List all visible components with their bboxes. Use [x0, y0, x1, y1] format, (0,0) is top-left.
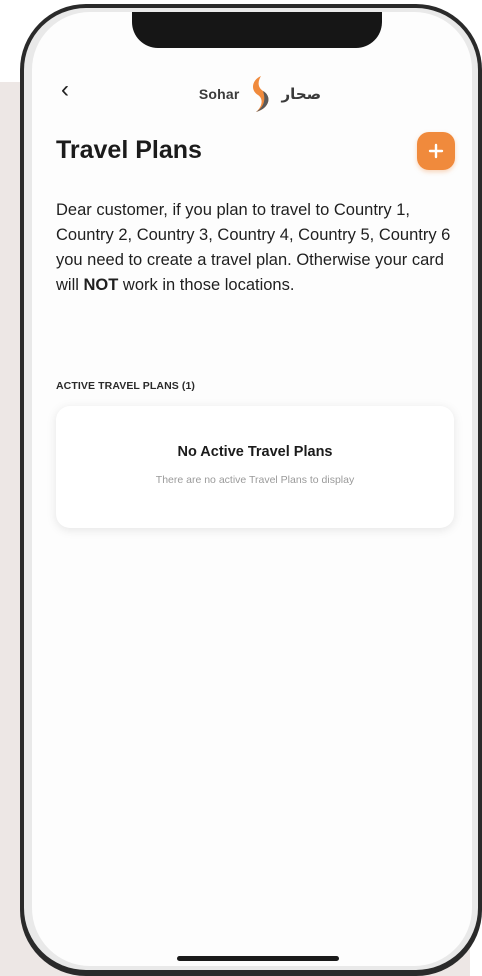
logo-mark-icon — [252, 76, 269, 112]
logo-text-latin: Sohar — [198, 86, 240, 102]
empty-state-subtitle: There are no active Travel Plans to disp… — [155, 474, 355, 486]
active-travel-plans-label: ACTIVE TRAVEL PLANS (1) — [56, 380, 196, 392]
travel-notice-text: Dear customer, if you plan to travel to … — [56, 201, 451, 294]
logo-text-arabic: صحار — [281, 85, 322, 103]
page-title: Travel Plans — [56, 136, 202, 164]
empty-state-card: No Active Travel Plans There are no acti… — [56, 406, 454, 528]
app-screen: ‹ Sohar صحار Travel Plans Dear customer,… — [32, 12, 472, 966]
home-indicator[interactable] — [177, 956, 339, 961]
empty-state-title: No Active Travel Plans — [177, 444, 333, 460]
plus-icon — [428, 143, 444, 159]
back-button[interactable]: ‹ — [54, 76, 76, 104]
bank-logo: Sohar صحار — [190, 72, 330, 116]
chevron-left-icon: ‹ — [61, 76, 69, 103]
notice-emphasis: NOT — [83, 276, 119, 294]
add-travel-plan-button[interactable] — [417, 132, 455, 170]
phone-notch — [132, 12, 382, 48]
